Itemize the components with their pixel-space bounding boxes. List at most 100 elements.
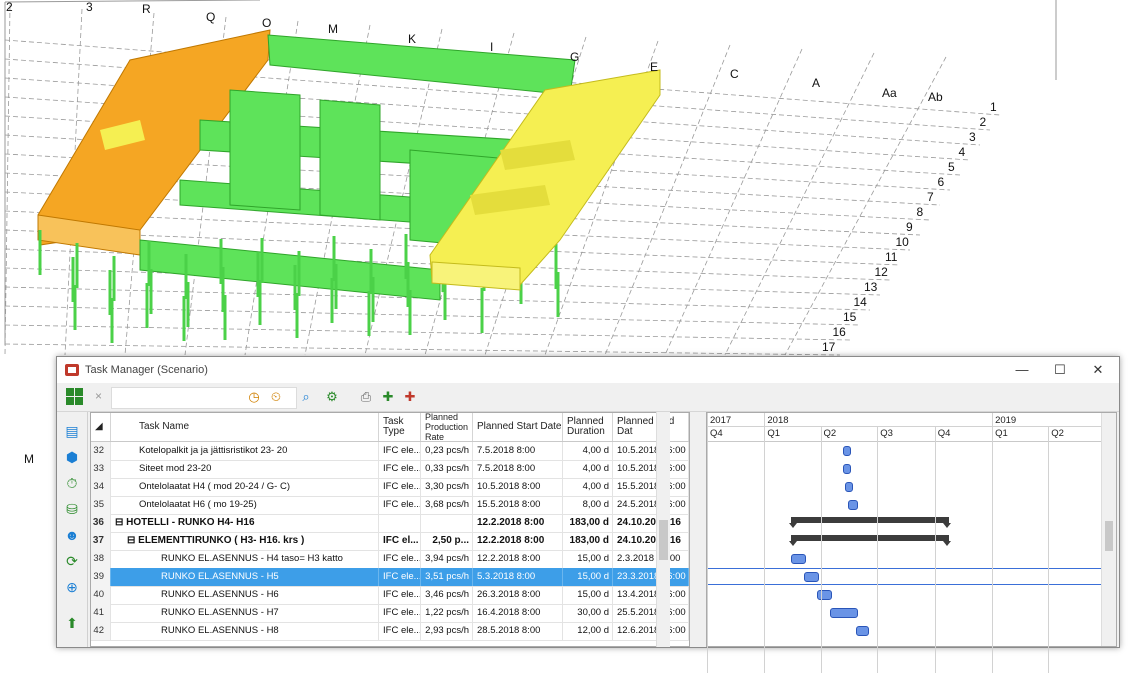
grid-axis-label-left: M — [24, 452, 34, 466]
gantt-year-label: 2018 — [767, 415, 789, 426]
clock-icon[interactable]: ◷ — [245, 388, 263, 406]
task-manager-window[interactable]: Task Manager (Scenario) — ☐ ✕ × ◷ ⏲ ⌕ ⚙ … — [56, 356, 1120, 673]
row-duration: 4,00 d — [563, 442, 613, 460]
table-row[interactable]: 33 Siteet mod 23-20 IFC ele... 0,33 pcs/h 7.… — [91, 460, 689, 479]
gantt-summary-bar[interactable] — [788, 535, 952, 546]
gantt-gridline — [1048, 427, 1050, 673]
table-row[interactable]: 40 RUNKO EL.ASENNUS - H6 IFC ele... 3,46 pc… — [91, 586, 689, 605]
row-duration: 12,00 d — [563, 622, 613, 640]
gantt-scrollbar[interactable] — [1101, 413, 1116, 646]
grid-axis-label-top: C — [730, 67, 739, 81]
table-row[interactable]: 32 Kotelopalkit ja ja jättisristikot 23- … — [91, 442, 689, 461]
gantt-quarter-label: Q4 — [710, 428, 723, 439]
gantt-task-bar[interactable] — [844, 482, 853, 492]
row-task-name: RUNKO EL.ASENNUS - H6 — [111, 586, 379, 604]
gantt-gridline — [764, 413, 766, 673]
table-row[interactable]: 38 RUNKO EL.ASENNUS - H4 taso= H3 katto IF… — [91, 550, 689, 569]
window-title: Task Manager (Scenario) — [85, 364, 208, 376]
gantt-task-bar[interactable] — [829, 608, 859, 618]
table-row[interactable]: 42 RUNKO EL.ASENNUS - H8 IFC ele... 2,93 pc… — [91, 622, 689, 641]
row-id: 41 — [91, 604, 111, 622]
gantt-gridline — [992, 413, 994, 673]
gantt-task-bar[interactable] — [790, 554, 806, 564]
gantt-task-bar[interactable] — [803, 572, 819, 582]
print-icon[interactable]: ⎙ — [357, 388, 375, 406]
column-end[interactable]: Planned End Dat — [613, 413, 689, 441]
row-task-label: RUNKO EL.ASENNUS - H5 — [161, 571, 279, 582]
row-end: 2.3.2018 16:00 — [613, 550, 689, 568]
task-table[interactable]: ◢ Task Name Task Type Planned Production… — [90, 412, 690, 647]
row-duration: 15,00 d — [563, 586, 613, 604]
row-end: 23.3.2018 16:00 — [613, 568, 689, 586]
grid-axis-label-top: G — [570, 50, 580, 64]
gantt-chart[interactable]: 2017 2018 2019 Q4 Q1 Q2 Q3 Q4 Q1 Q2 — [706, 412, 1117, 673]
row-toggle-icon[interactable]: ⊟ — [127, 535, 138, 546]
grid-axis-label-side: 11 — [885, 250, 898, 264]
gantt-summary-bar[interactable] — [788, 517, 952, 528]
grid-axis-label-top: A — [812, 76, 821, 90]
close-button[interactable]: ✕ — [1083, 361, 1113, 379]
row-task-label: Siteet mod 23-20 — [139, 463, 212, 474]
gantt-scroll-thumb[interactable] — [1105, 521, 1113, 551]
gantt-gridline — [820, 427, 822, 673]
table-scrollbar[interactable] — [656, 412, 670, 647]
grid-axis-label-side: 2 — [979, 115, 987, 129]
gantt-task-bar[interactable] — [856, 626, 870, 636]
grid-line-col — [4, 4, 11, 356]
timeline-icon[interactable]: ⏱ — [61, 472, 83, 494]
inspect-icon[interactable]: ⊕ — [61, 576, 83, 598]
move-up-icon[interactable]: ⬆ — [61, 612, 83, 634]
gantt-quarter-label: Q1 — [995, 428, 1008, 439]
gantt-task-bar[interactable] — [816, 590, 832, 600]
add-subtask-icon[interactable]: ✚ — [401, 388, 419, 406]
gantt-task-bar[interactable] — [842, 446, 851, 456]
table-row[interactable]: 34 Ontelolaatat H4 ( mod 20-24 / G- C) IFC… — [91, 478, 689, 497]
maximize-button[interactable]: ☐ — [1045, 361, 1075, 379]
row-rate: 0,33 pcs/h — [421, 460, 473, 478]
column-task-type[interactable]: Task Type — [379, 413, 421, 441]
table-row[interactable]: 41 RUNKO EL.ASENNUS - H7 IFC ele... 1,22 pc… — [91, 604, 689, 623]
row-start: 12.2.2018 8:00 — [473, 514, 563, 532]
row-rate: 3,94 pcs/h — [421, 550, 473, 568]
refresh-icon[interactable]: ⟳ — [61, 550, 83, 572]
title-bar[interactable]: Task Manager (Scenario) — ☐ ✕ — [57, 357, 1119, 383]
gantt-task-bar[interactable] — [842, 464, 851, 474]
row-toggle-icon[interactable]: ⊟ — [115, 517, 126, 528]
row-start: 7.5.2018 8:00 — [473, 460, 563, 478]
grid-axis-label-side: 8 — [916, 205, 924, 219]
resource-icon[interactable]: ⛁ — [61, 498, 83, 520]
row-rate: 2,93 pcs/h — [421, 622, 473, 640]
row-end: 12.6.2018 16:00 — [613, 622, 689, 640]
grid-axis-label-side: 9 — [906, 220, 913, 234]
minimize-button[interactable]: — — [1007, 361, 1037, 379]
table-row[interactable]: 39 RUNKO EL.ASENNUS - H5 IFC ele... 3,51 pc… — [91, 568, 689, 587]
table-row[interactable]: 36 ⊟ HOTELLI - RUNKO H4- H16 12.2.2018 8:0… — [91, 514, 689, 533]
column-duration[interactable]: Planned Duration — [563, 413, 613, 441]
task-view-icon[interactable]: ▤ — [61, 420, 83, 442]
gantt-quarter-label: Q3 — [880, 428, 893, 439]
task-grid-icon[interactable] — [66, 388, 83, 405]
filter-icon[interactable]: ⚙ — [323, 388, 341, 406]
gantt-task-bar[interactable] — [847, 500, 858, 510]
row-end: 25.5.2018 16:00 — [613, 604, 689, 622]
schedule-icon[interactable]: ⏲ — [267, 388, 285, 406]
table-row[interactable]: 35 Ontelolaatat H6 ( mo 19-25) IFC ele... 3… — [91, 496, 689, 515]
column-start[interactable]: Planned Start Date — [473, 413, 563, 441]
table-scroll-thumb[interactable] — [659, 520, 668, 560]
row-task-type — [379, 514, 421, 532]
row-task-name: RUNKO EL.ASENNUS - H8 — [111, 622, 379, 640]
row-start: 7.5.2018 8:00 — [473, 442, 563, 460]
shield-view-icon[interactable]: ⬢ — [61, 446, 83, 468]
clear-search-icon[interactable]: × — [95, 389, 102, 403]
column-rate[interactable]: Planned Production Rate — [421, 412, 473, 442]
table-row[interactable]: 37 ⊟ ELEMENTTIRUNKO ( H3- H16. krs ) IFC e… — [91, 532, 689, 551]
add-task-icon[interactable]: ✚ — [379, 388, 397, 406]
grid-axis-label-side: 7 — [927, 190, 934, 204]
people-icon[interactable]: ☻ — [61, 524, 83, 546]
gantt-header-divider — [707, 426, 1105, 427]
zoom-icon[interactable]: ⌕ — [297, 388, 315, 406]
grid-axis-label-top: O — [262, 16, 272, 30]
row-id: 32 — [91, 442, 111, 460]
row-task-type: IFC ele... — [379, 604, 421, 622]
column-task-name[interactable]: Task Name — [111, 413, 379, 441]
